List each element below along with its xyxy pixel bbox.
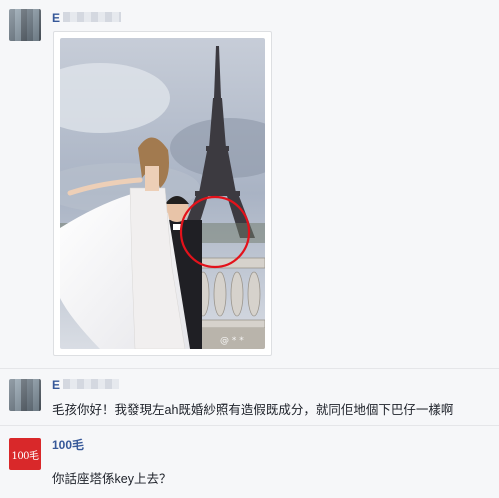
wedding-photo[interactable]: @ * * <box>60 38 265 349</box>
commenter-avatar[interactable]: 100毛 <box>9 438 41 470</box>
wedding-photo-image: @ * * <box>60 38 265 349</box>
author-avatar[interactable] <box>9 9 41 41</box>
comment-item: E 毛孩你好！我發現左ah既婚紗照有造假既成分，就同佢地個下巴仔一樣啊 <box>0 369 499 426</box>
commenter-name[interactable]: E <box>52 378 60 392</box>
commenter-name-redacted <box>63 379 119 389</box>
comment-item: 100毛 100毛 你話座塔係key上去？ <box>0 426 499 498</box>
author-name[interactable]: E <box>52 11 60 25</box>
comment-text: 毛孩你好！我發現左ah既婚紗照有造假既成分，就同佢地個下巴仔一樣啊 <box>52 403 454 417</box>
avatar-label: 100毛 <box>11 450 39 462</box>
attached-photo-frame[interactable]: @ * * <box>53 31 272 356</box>
photo-watermark: @ * * <box>220 336 244 346</box>
commenter-name[interactable]: 100毛 <box>52 436 84 453</box>
post-item: E @ * * <box>0 0 499 369</box>
author-name-redacted <box>63 12 121 22</box>
comment-text: 你話座塔係key上去？ <box>52 472 172 486</box>
commenter-avatar[interactable] <box>9 379 41 411</box>
